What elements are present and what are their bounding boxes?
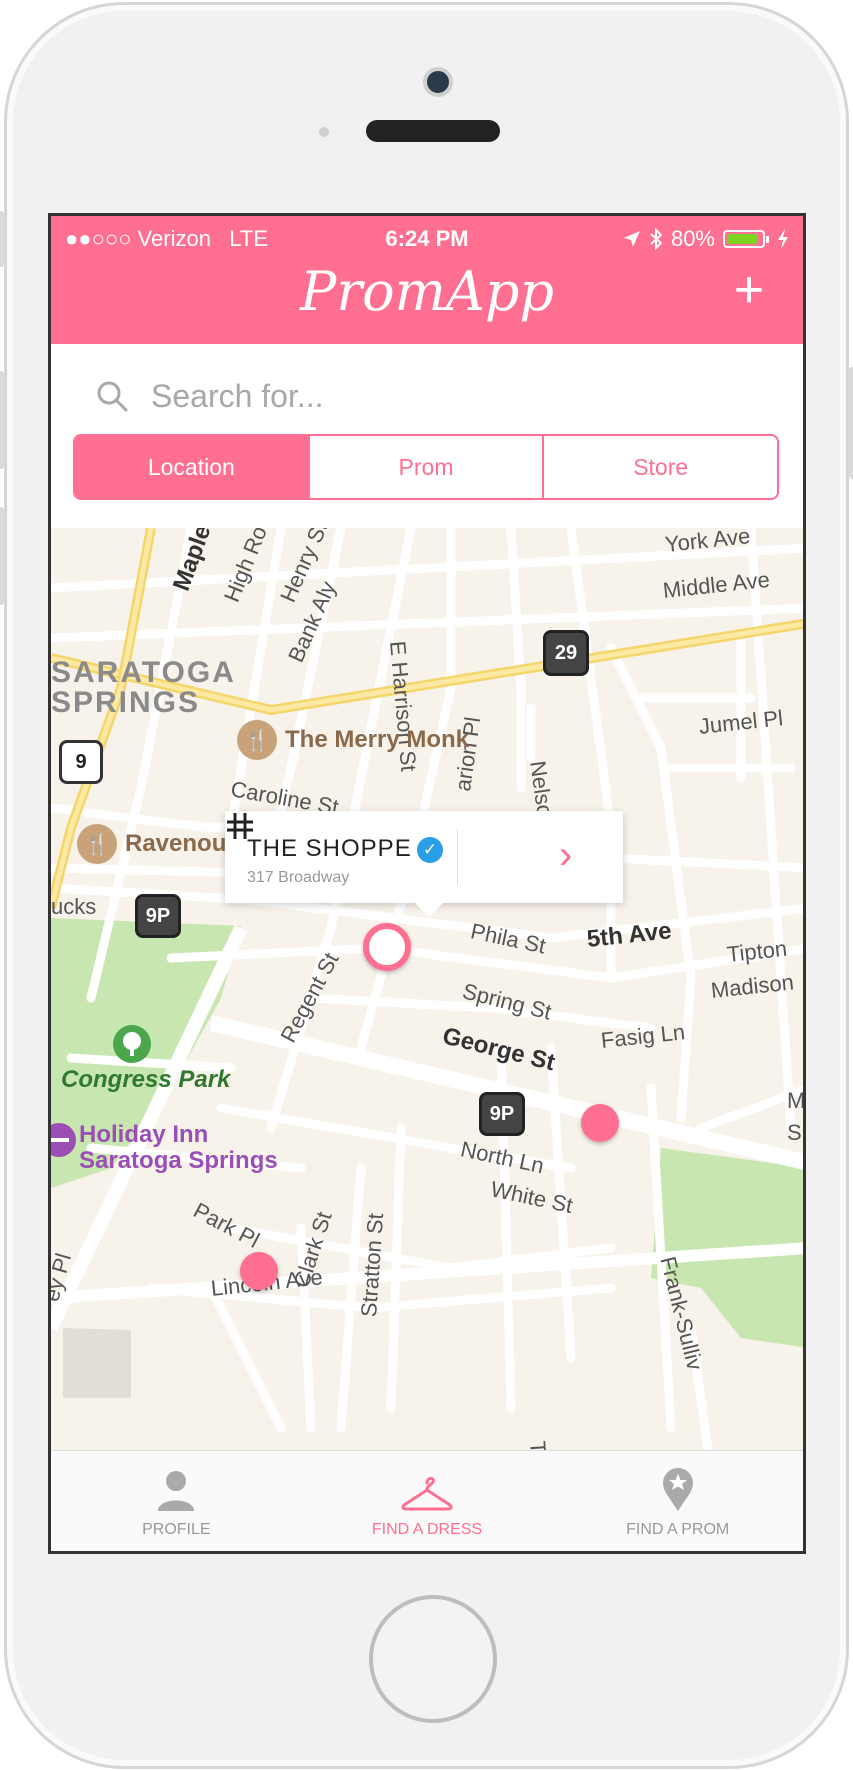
tab-profile[interactable]: PROFILE <box>51 1451 302 1551</box>
volume-down-button <box>0 507 4 605</box>
add-button[interactable]: + <box>721 262 777 318</box>
star-pin-icon <box>661 1467 695 1511</box>
poi-label: The Merry Monk <box>285 726 470 753</box>
hanger-icon <box>400 1467 454 1511</box>
search-filter-segmented-control: Location Prom Store <box>73 434 779 500</box>
map-street-label: ucks <box>51 894 97 919</box>
route-shield: 9P <box>479 1092 525 1136</box>
tab-label: FIND A PROM <box>626 1521 730 1538</box>
search-panel: Location Prom Store <box>51 344 803 528</box>
map-town-label: SARATOGA <box>51 656 236 689</box>
bluetooth-icon <box>650 228 663 250</box>
status-bar: ●●○○○ Verizon LTE 6:24 PM 80% <box>51 226 803 252</box>
verified-check-icon: ✓ <box>417 837 443 863</box>
earpiece-speaker <box>366 120 500 142</box>
store-pin[interactable] <box>581 1104 619 1142</box>
search-input[interactable] <box>149 376 713 416</box>
poi-label: Ravenou <box>125 830 227 857</box>
hotel-icon <box>51 1123 76 1157</box>
home-button[interactable] <box>369 1595 497 1723</box>
tab-label: PROFILE <box>142 1521 211 1538</box>
person-icon <box>156 1467 196 1511</box>
poi-merry-monk[interactable]: 🍴 The Merry Monk <box>237 720 469 760</box>
restaurant-icon: 🍴 <box>237 720 277 760</box>
tab-bar: PROFILE FIND A DRESS FIND A PROM <box>51 1450 803 1551</box>
segment-store[interactable]: Store <box>542 436 777 498</box>
map-town-label: SPRINGS <box>51 686 201 719</box>
park-label: Congress Park <box>61 1066 231 1093</box>
segment-prom[interactable]: Prom <box>307 436 543 498</box>
segment-location[interactable]: Location <box>75 436 308 498</box>
power-button <box>849 367 853 479</box>
tab-label: FIND A DRESS <box>371 1521 483 1538</box>
volume-up-button <box>0 371 4 469</box>
map-view[interactable]: SARATOGA SPRINGS Maple Av High Rock Henr… <box>51 528 803 1457</box>
callout-divider <box>457 829 458 885</box>
header-bar: ●●○○○ Verizon LTE 6:24 PM 80% PromApp + <box>51 216 803 344</box>
location-arrow-icon <box>623 231 640 247</box>
app-title: PromApp <box>300 260 554 323</box>
route-shield: 29 <box>543 630 589 676</box>
front-camera <box>423 67 453 97</box>
park-tree-icon <box>113 1025 151 1063</box>
battery-icon <box>723 230 769 248</box>
charging-bolt-icon <box>778 229 788 249</box>
tab-find-dress[interactable]: FIND A DRESS <box>302 1451 553 1551</box>
screen: ●●○○○ Verizon LTE 6:24 PM 80% PromApp + … <box>48 213 806 1554</box>
restaurant-icon: 🍴 <box>77 824 117 864</box>
proximity-sensor <box>319 127 329 137</box>
battery-percent: 80% <box>670 226 715 251</box>
store-pin-selected[interactable] <box>363 923 411 971</box>
silent-switch <box>0 211 4 267</box>
hotel-label: Saratoga Springs <box>79 1147 278 1174</box>
search-field[interactable] <box>95 368 755 424</box>
tab-find-prom[interactable]: FIND A PROM <box>552 1451 803 1551</box>
route-shield: 9P <box>135 894 181 938</box>
chevron-right-icon[interactable]: › <box>559 835 572 875</box>
poi-ravenous[interactable]: 🍴 Ravenou <box>77 824 226 864</box>
store-pin[interactable] <box>240 1252 278 1290</box>
store-callout[interactable]: THE SHOPPE ✓ 317 Broadway › <box>225 811 623 917</box>
map-street-label: Mi <box>787 1088 803 1114</box>
map-street-label: Sn <box>787 1120 803 1145</box>
hotel-label: Holiday Inn <box>79 1121 209 1148</box>
search-icon <box>97 381 128 412</box>
route-shield: 9 <box>59 740 103 784</box>
status-right: 80% <box>623 226 789 252</box>
store-name: THE SHOPPE <box>247 835 412 862</box>
store-address: 317 Broadway <box>247 869 350 886</box>
directions-icon[interactable] <box>225 811 255 841</box>
